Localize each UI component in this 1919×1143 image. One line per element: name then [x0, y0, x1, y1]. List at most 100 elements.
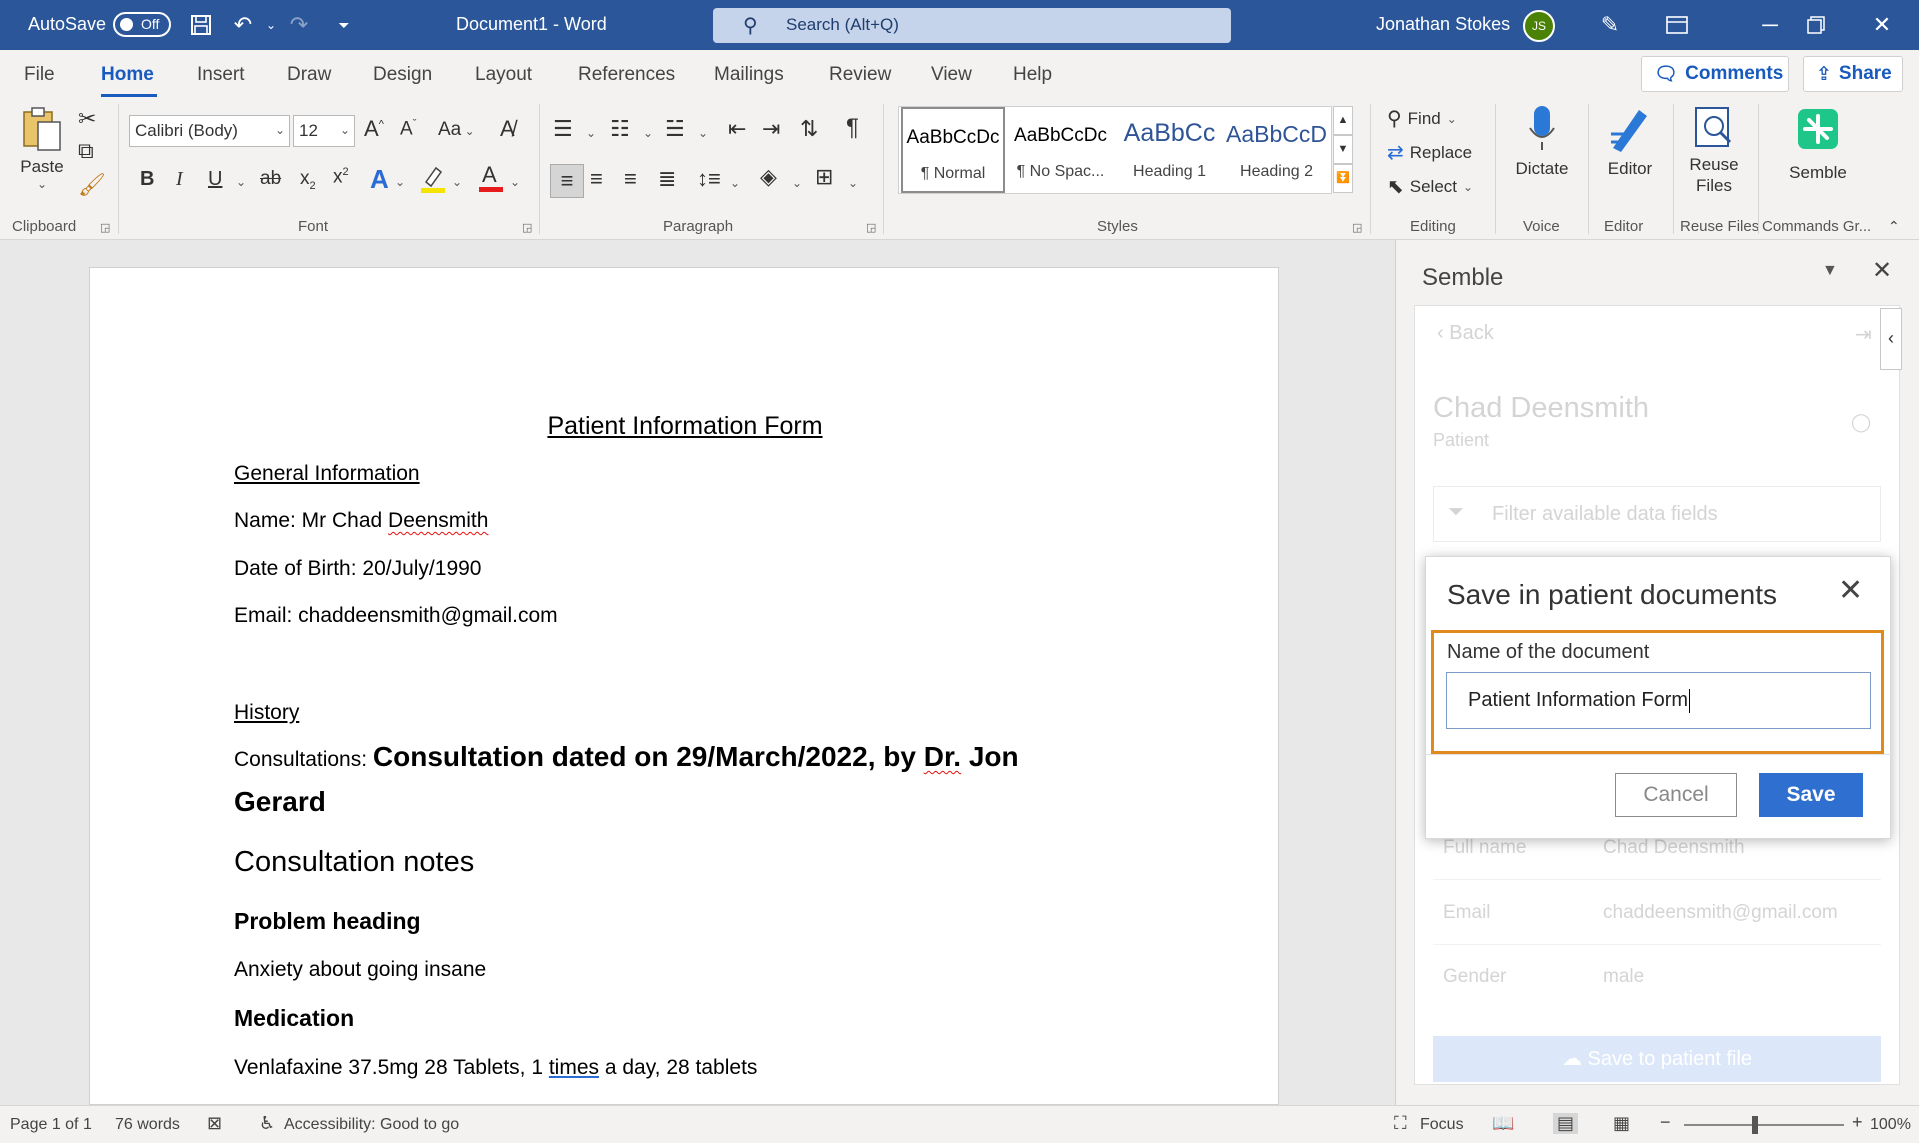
accessibility-status[interactable]: Accessibility: Good to go — [284, 1116, 459, 1134]
style-normal[interactable]: AaBbCcDc ¶ Normal — [901, 107, 1005, 193]
user-name[interactable]: Jonathan Stokes — [1376, 14, 1510, 35]
minimize-icon[interactable]: ─ — [1750, 8, 1790, 42]
zoom-in-icon[interactable]: + — [1852, 1112, 1863, 1133]
align-center-icon[interactable]: ≡ — [590, 166, 603, 192]
editor-button[interactable]: Editor — [1596, 104, 1664, 179]
select-button[interactable]: ⬉ Select ⌄ — [1387, 174, 1473, 199]
shrink-font-icon[interactable]: Aˇ — [400, 118, 416, 140]
clipboard-launcher-icon[interactable]: ◲ — [100, 221, 110, 234]
collapse-ribbon-icon[interactable]: ⌃ — [1888, 218, 1900, 235]
accessibility-icon[interactable]: ♿ — [259, 1113, 275, 1134]
page-count[interactable]: Page 1 of 1 — [10, 1116, 92, 1134]
styles-down-icon[interactable]: ▼ — [1333, 135, 1353, 164]
justify-icon[interactable]: ≣ — [658, 166, 676, 192]
zoom-level[interactable]: 100% — [1870, 1116, 1911, 1134]
tab-view[interactable]: View — [931, 64, 972, 86]
font-size-combo[interactable]: 12 ⌄ — [293, 115, 355, 147]
bold-icon[interactable]: B — [140, 168, 154, 191]
borders-dropdown-icon[interactable]: ⌄ — [848, 176, 858, 190]
paste-button[interactable]: Paste ⌄ — [18, 106, 66, 216]
copy-icon[interactable]: ⧉ — [78, 138, 94, 164]
web-layout-icon[interactable]: ▦ — [1613, 1113, 1630, 1134]
dialog-close-icon[interactable]: ✕ — [1838, 573, 1863, 608]
style-heading-2[interactable]: AaBbCcD Heading 2 — [1224, 107, 1329, 193]
font-launcher-icon[interactable]: ◲ — [522, 221, 532, 234]
word-count[interactable]: 76 words — [115, 1116, 180, 1134]
save-button[interactable]: Save — [1759, 773, 1863, 817]
document-name-input[interactable]: Patient Information Form — [1446, 672, 1871, 729]
line-spacing-dropdown-icon[interactable]: ⌄ — [730, 176, 740, 190]
shading-dropdown-icon[interactable]: ⌄ — [792, 176, 802, 190]
logout-icon[interactable]: ⇥ — [1855, 322, 1872, 347]
decrease-indent-icon[interactable]: ⇤ — [728, 116, 746, 142]
semble-button[interactable]: Semble — [1778, 108, 1858, 183]
tab-help[interactable]: Help — [1013, 64, 1052, 86]
tab-file[interactable]: File — [24, 64, 55, 86]
close-icon[interactable]: ✕ — [1862, 8, 1902, 42]
tab-references[interactable]: References — [578, 64, 675, 86]
tab-insert[interactable]: Insert — [197, 64, 245, 86]
back-button[interactable]: ‹ Back — [1437, 322, 1494, 345]
dictate-button[interactable]: Dictate — [1508, 104, 1576, 179]
tab-layout[interactable]: Layout — [475, 64, 532, 86]
focus-icon[interactable]: ⛶ — [1394, 1113, 1407, 1134]
cut-icon[interactable]: ✂ — [78, 106, 96, 132]
style-heading-1[interactable]: AaBbCc Heading 1 — [1117, 107, 1222, 193]
bullets-icon[interactable]: ☰ — [553, 116, 573, 142]
highlight-icon[interactable] — [420, 164, 446, 199]
cancel-button[interactable]: Cancel — [1615, 773, 1737, 817]
styles-launcher-icon[interactable]: ◲ — [1352, 221, 1362, 234]
sort-icon[interactable]: ⇅ — [800, 116, 818, 142]
reuse-files-button[interactable]: Reuse Files — [1680, 104, 1748, 196]
italic-icon[interactable]: I — [176, 168, 183, 191]
customize-toolbar-icon[interactable]: ⏷ — [329, 10, 359, 40]
search-box[interactable]: ⚲ Search (Alt+Q) — [713, 8, 1231, 43]
styles-more-icon[interactable]: ⏬ — [1333, 164, 1353, 193]
clear-formatting-icon[interactable]: A̸ — [500, 116, 515, 142]
zoom-slider-thumb[interactable] — [1752, 1116, 1758, 1134]
avatar[interactable]: JS — [1523, 10, 1555, 42]
borders-icon[interactable]: ⊞ — [815, 164, 833, 190]
autosave-toggle[interactable]: Off — [113, 12, 171, 37]
designer-pen-icon[interactable]: ✎ — [1590, 8, 1630, 42]
align-right-icon[interactable]: ≡ — [624, 166, 637, 192]
shading-icon[interactable]: ◈ — [760, 164, 777, 190]
styles-up-icon[interactable]: ▲ — [1333, 106, 1353, 135]
bullets-dropdown-icon[interactable]: ⌄ — [586, 126, 596, 140]
strikethrough-icon[interactable]: ab — [260, 168, 281, 190]
multilevel-list-icon[interactable]: ☱ — [665, 116, 685, 142]
highlight-dropdown-icon[interactable]: ⌄ — [452, 175, 462, 189]
save-to-file-button[interactable]: ☁ Save to patient file — [1433, 1036, 1881, 1082]
focus-label[interactable]: Focus — [1420, 1116, 1464, 1134]
multilevel-dropdown-icon[interactable]: ⌄ — [698, 126, 708, 140]
zoom-out-icon[interactable]: − — [1660, 1112, 1671, 1133]
filter-input[interactable]: ⏷ Filter available data fields — [1433, 486, 1881, 542]
increase-indent-icon[interactable]: ⇥ — [762, 116, 780, 142]
show-formatting-icon[interactable]: ¶ — [846, 114, 859, 142]
ribbon-display-icon[interactable] — [1657, 8, 1697, 42]
underline-icon[interactable]: U — [208, 168, 222, 191]
tab-home[interactable]: Home — [101, 64, 154, 86]
paragraph-launcher-icon[interactable]: ◲ — [866, 221, 876, 234]
chat-icon[interactable]: ◯ — [1851, 412, 1871, 433]
print-layout-icon[interactable]: ▤ — [1553, 1113, 1579, 1134]
read-mode-icon[interactable]: 📖 — [1492, 1113, 1514, 1134]
comments-button[interactable]: 🗨 Comments — [1641, 56, 1789, 92]
redo-icon[interactable]: ↷ — [284, 10, 314, 40]
font-color-icon[interactable]: A — [478, 162, 504, 199]
align-left-icon[interactable]: ≡ — [550, 164, 584, 198]
format-painter-icon[interactable]: 🖌 — [78, 172, 106, 198]
font-color-dropdown-icon[interactable]: ⌄ — [510, 175, 520, 189]
line-spacing-icon[interactable]: ↕≡ — [697, 166, 721, 192]
tab-review[interactable]: Review — [829, 64, 891, 86]
font-name-combo[interactable]: Calibri (Body) ⌄ — [129, 115, 290, 147]
text-effects-icon[interactable]: A — [370, 164, 389, 195]
find-button[interactable]: ⚲ Find ⌄ — [1387, 106, 1457, 131]
text-effects-dropdown-icon[interactable]: ⌄ — [395, 175, 405, 189]
pane-close-icon[interactable]: ✕ — [1872, 256, 1892, 285]
style-no-spacing[interactable]: AaBbCcDc ¶ No Spac... — [1008, 107, 1113, 193]
underline-dropdown-icon[interactable]: ⌄ — [236, 175, 246, 189]
tab-mailings[interactable]: Mailings — [714, 64, 784, 86]
document-page[interactable]: Patient Information Form General Informa… — [89, 267, 1279, 1105]
numbering-icon[interactable]: ☷ — [610, 116, 630, 142]
